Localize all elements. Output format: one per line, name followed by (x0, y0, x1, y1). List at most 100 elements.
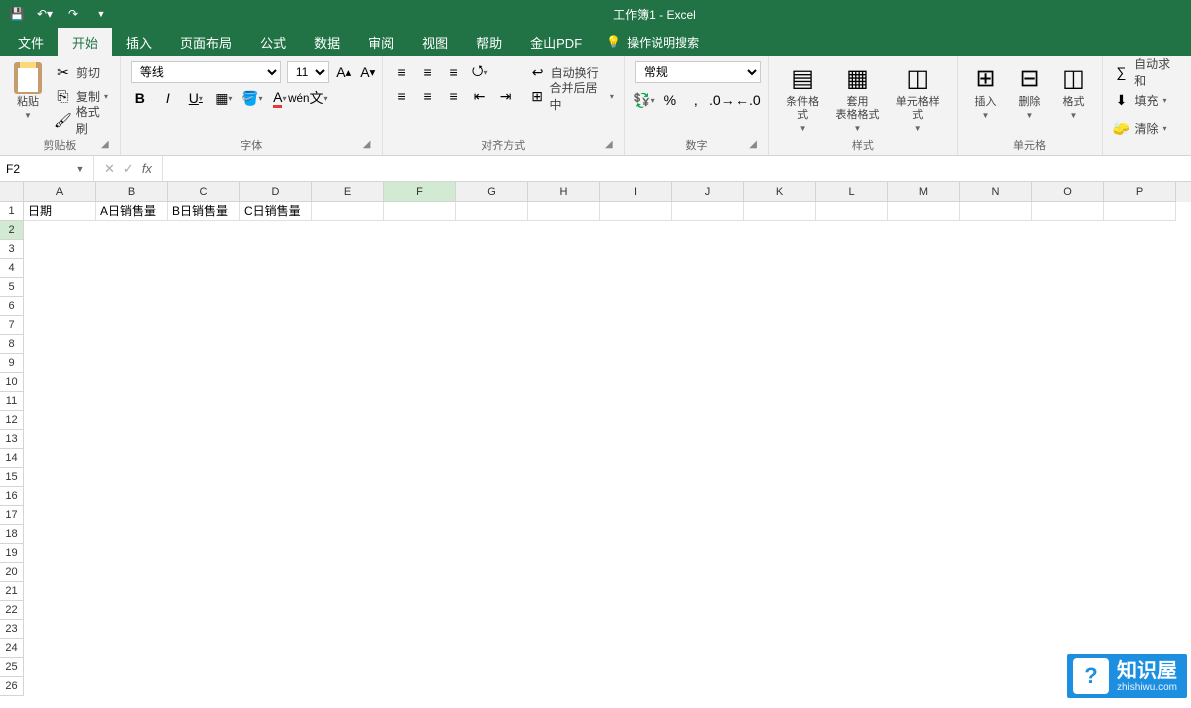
fill-button[interactable]: ⬇填充▾ (1111, 88, 1169, 112)
tab-data[interactable]: 数据 (300, 28, 354, 56)
cancel-icon[interactable]: ✕ (104, 161, 115, 177)
row-header-22[interactable]: 22 (0, 601, 24, 620)
dialog-launcher-icon[interactable]: ◢ (746, 139, 760, 153)
row-header-12[interactable]: 12 (0, 411, 24, 430)
cell-P1[interactable] (1104, 202, 1176, 221)
tab-help[interactable]: 帮助 (462, 28, 516, 56)
fx-icon[interactable]: fx (142, 161, 152, 176)
qat-customize-icon[interactable]: ▼ (92, 5, 110, 23)
insert-cells-button[interactable]: ⊞插入▼ (966, 60, 1006, 122)
col-header-M[interactable]: M (888, 182, 960, 202)
row-header-2[interactable]: 2 (0, 221, 24, 240)
col-header-J[interactable]: J (672, 182, 744, 202)
row-header-16[interactable]: 16 (0, 487, 24, 506)
col-header-L[interactable]: L (816, 182, 888, 202)
col-header-I[interactable]: I (600, 182, 672, 202)
cut-button[interactable]: ✂剪切 (52, 60, 112, 84)
cell-M1[interactable] (888, 202, 960, 221)
cell-O1[interactable] (1032, 202, 1104, 221)
fill-color-button[interactable]: 🪣▾ (243, 89, 261, 107)
enter-icon[interactable]: ✓ (123, 161, 134, 177)
autosum-button[interactable]: ∑自动求和 (1111, 60, 1183, 84)
row-header-13[interactable]: 13 (0, 430, 24, 449)
decrease-font-icon[interactable]: A▾ (359, 63, 377, 81)
increase-font-icon[interactable]: A▴ (335, 63, 353, 81)
row-header-9[interactable]: 9 (0, 354, 24, 373)
border-button[interactable]: ▦▾ (215, 89, 233, 107)
orientation-icon[interactable]: ⭯▾ (471, 63, 489, 81)
name-box[interactable]: ▼ (0, 156, 94, 181)
chevron-down-icon[interactable]: ▾ (610, 92, 614, 101)
align-left-icon[interactable]: ≡ (393, 87, 411, 105)
tab-insert[interactable]: 插入 (112, 28, 166, 56)
cell-I1[interactable] (600, 202, 672, 221)
col-header-F[interactable]: F (384, 182, 456, 202)
row-header-1[interactable]: 1 (0, 202, 24, 221)
row-header-3[interactable]: 3 (0, 240, 24, 259)
col-header-G[interactable]: G (456, 182, 528, 202)
formula-input[interactable] (163, 156, 1191, 181)
cell-F1[interactable] (384, 202, 456, 221)
row-header-15[interactable]: 15 (0, 468, 24, 487)
row-header-11[interactable]: 11 (0, 392, 24, 411)
format-painter-button[interactable]: 🖌格式刷 (52, 108, 112, 132)
col-header-O[interactable]: O (1032, 182, 1104, 202)
increase-indent-icon[interactable]: ⇥ (497, 87, 515, 105)
dialog-launcher-icon[interactable]: ◢ (98, 139, 112, 153)
cell-D1[interactable]: C日销售量 (240, 202, 312, 221)
conditional-format-button[interactable]: ▤条件格式▼ (777, 60, 828, 135)
tab-file[interactable]: 文件 (4, 28, 58, 56)
increase-decimal-icon[interactable]: .0→ (713, 91, 731, 109)
row-header-8[interactable]: 8 (0, 335, 24, 354)
row-header-18[interactable]: 18 (0, 525, 24, 544)
phonetic-button[interactable]: wén文▾ (299, 89, 317, 107)
row-header-20[interactable]: 20 (0, 563, 24, 582)
tell-me-search[interactable]: 💡 操作说明搜索 (596, 28, 709, 56)
row-header-26[interactable]: 26 (0, 677, 24, 696)
delete-cells-button[interactable]: ⊟删除▼ (1010, 60, 1050, 122)
bold-button[interactable]: B (131, 89, 149, 107)
cell-G1[interactable] (456, 202, 528, 221)
chevron-down-icon[interactable]: ▼ (24, 111, 32, 120)
row-header-17[interactable]: 17 (0, 506, 24, 525)
cells-area[interactable]: 日期A日销售量B日销售量C日销售量 (24, 202, 1191, 221)
cell-styles-button[interactable]: ◫单元格样式▼ (887, 60, 949, 135)
tab-home[interactable]: 开始 (58, 28, 112, 56)
percent-icon[interactable]: % (661, 91, 679, 109)
dialog-launcher-icon[interactable]: ◢ (602, 139, 616, 153)
merge-center-button[interactable]: ⊞合并后居中▾ (527, 84, 616, 108)
row-header-19[interactable]: 19 (0, 544, 24, 563)
cell-A1[interactable]: 日期 (24, 202, 96, 221)
format-cells-button[interactable]: ◫格式▼ (1054, 60, 1094, 122)
font-color-button[interactable]: A▾ (271, 89, 289, 107)
tab-page-layout[interactable]: 页面布局 (166, 28, 246, 56)
align-right-icon[interactable]: ≡ (445, 87, 463, 105)
col-header-H[interactable]: H (528, 182, 600, 202)
row-header-23[interactable]: 23 (0, 620, 24, 639)
cell-K1[interactable] (744, 202, 816, 221)
accounting-format-icon[interactable]: 💱▾ (635, 91, 653, 109)
undo-icon[interactable]: ↶▾ (36, 5, 54, 23)
underline-button[interactable]: U▾ (187, 89, 205, 107)
align-bottom-icon[interactable]: ≡ (445, 63, 463, 81)
col-header-C[interactable]: C (168, 182, 240, 202)
col-header-B[interactable]: B (96, 182, 168, 202)
col-header-E[interactable]: E (312, 182, 384, 202)
row-header-21[interactable]: 21 (0, 582, 24, 601)
tab-review[interactable]: 审阅 (354, 28, 408, 56)
row-header-5[interactable]: 5 (0, 278, 24, 297)
font-name-select[interactable]: 等线 (131, 61, 281, 83)
align-middle-icon[interactable]: ≡ (419, 63, 437, 81)
row-header-24[interactable]: 24 (0, 639, 24, 658)
col-header-N[interactable]: N (960, 182, 1032, 202)
italic-button[interactable]: I (159, 89, 177, 107)
align-center-icon[interactable]: ≡ (419, 87, 437, 105)
row-header-4[interactable]: 4 (0, 259, 24, 278)
row-header-6[interactable]: 6 (0, 297, 24, 316)
select-all-corner[interactable] (0, 182, 24, 202)
cell-E1[interactable] (312, 202, 384, 221)
row-header-10[interactable]: 10 (0, 373, 24, 392)
cell-B1[interactable]: A日销售量 (96, 202, 168, 221)
col-header-D[interactable]: D (240, 182, 312, 202)
row-header-25[interactable]: 25 (0, 658, 24, 677)
